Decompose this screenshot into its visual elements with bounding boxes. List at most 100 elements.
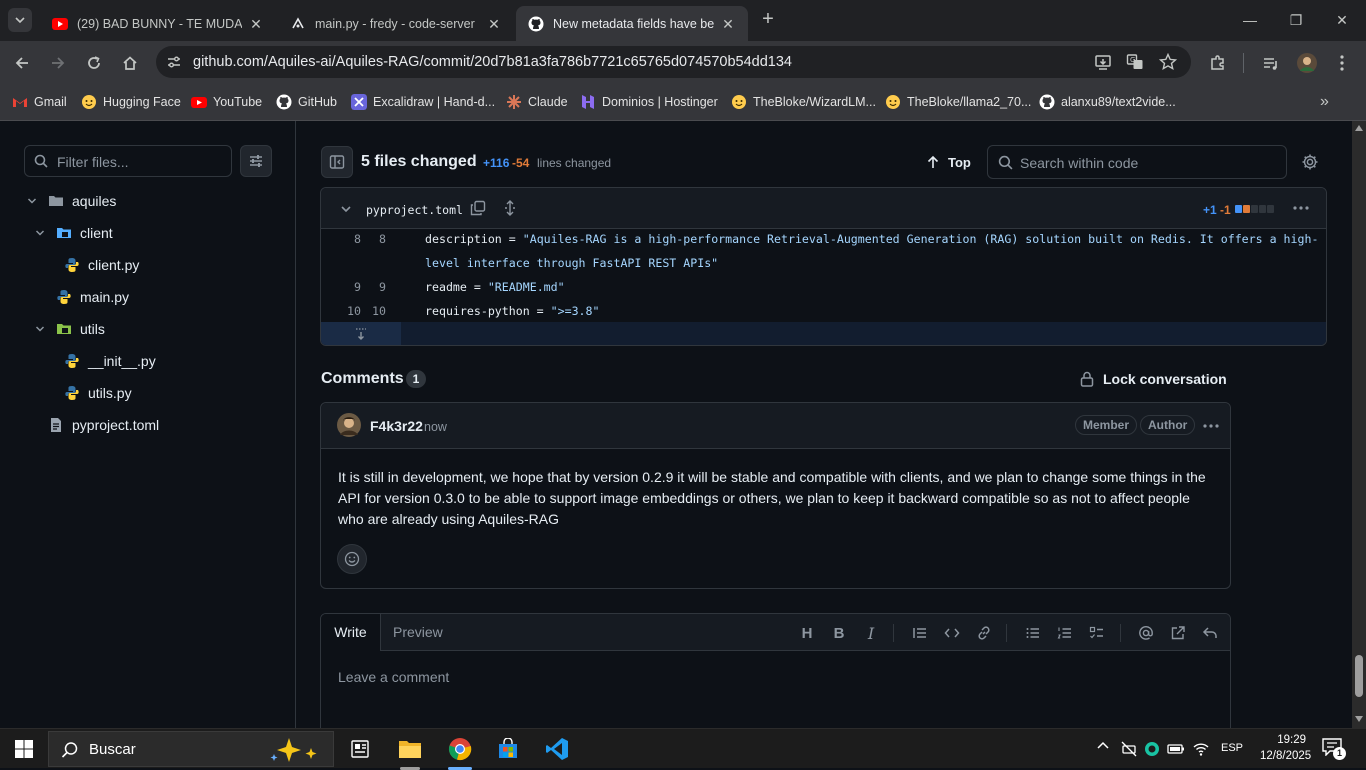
task-list-icon[interactable]	[1087, 623, 1107, 643]
comment-timestamp[interactable]: now	[424, 420, 447, 434]
minimize-button[interactable]: —	[1227, 8, 1273, 32]
reference-icon[interactable]	[1168, 623, 1188, 643]
chevron-down-icon[interactable]	[340, 203, 352, 215]
lock-conversation-button[interactable]: Lock conversation	[1080, 370, 1227, 388]
toolbar-divider	[1120, 624, 1121, 642]
bookmark-text2video[interactable]: alanxu89/text2vide...	[1039, 92, 1176, 112]
kebab-horizontal-icon[interactable]	[1203, 424, 1219, 428]
mention-icon[interactable]	[1136, 623, 1156, 643]
language-indicator[interactable]: ESP	[1221, 742, 1243, 754]
bookmark-youtube[interactable]: YouTube	[191, 92, 262, 112]
diff-settings-button[interactable]	[1301, 153, 1319, 171]
tree-file-client-py[interactable]: client.py	[64, 249, 139, 281]
tree-folder-client[interactable]: client	[32, 217, 113, 249]
tab-github-active[interactable]: New metadata fields have been ✕	[516, 6, 748, 41]
avatar[interactable]	[337, 413, 361, 437]
tab-write[interactable]: Write	[321, 614, 381, 651]
comment-textarea[interactable]: Leave a comment	[338, 669, 449, 685]
site-info-icon[interactable]	[166, 54, 182, 70]
security-icon[interactable]	[1144, 741, 1160, 757]
tab-preview[interactable]: Preview	[393, 614, 443, 651]
bookmark-hostinger[interactable]: Dominios | Hostinger	[580, 92, 718, 112]
close-window-button[interactable]: ✕	[1319, 8, 1365, 32]
unfold-down-icon	[356, 328, 366, 340]
extensions-button[interactable]	[1206, 51, 1230, 75]
clock[interactable]: 19:29 12/8/2025	[1260, 732, 1311, 766]
translate-icon[interactable]: G	[1126, 53, 1144, 71]
tree-folder-utils[interactable]: utils	[32, 313, 105, 345]
network-off-icon[interactable]	[1121, 741, 1137, 757]
bookmark-excalidraw[interactable]: Excalidraw | Hand-d...	[351, 92, 495, 112]
bookmark-star-icon[interactable]	[1159, 53, 1177, 71]
tree-file-init-py[interactable]: __init__.py	[64, 345, 156, 377]
home-button[interactable]	[118, 51, 142, 75]
start-button[interactable]	[4, 733, 44, 765]
bookmark-gmail[interactable]: Gmail	[12, 92, 67, 112]
tab-search-button[interactable]	[8, 8, 32, 32]
scrollbar-thumb[interactable]	[1355, 655, 1363, 697]
toggle-file-tree-button[interactable]	[321, 146, 353, 178]
italic-icon[interactable]: I	[861, 623, 881, 643]
new-line-number[interactable]: 10	[346, 304, 386, 318]
bookmark-thebloke-wizardlm[interactable]: TheBloke/WizardLM...	[731, 92, 876, 112]
microsoft-store-app[interactable]	[488, 733, 528, 765]
add-reaction-button[interactable]	[337, 544, 367, 574]
more-bookmarks-button[interactable]: »	[1320, 93, 1340, 113]
comment-author[interactable]: F4k3r22	[370, 418, 423, 434]
close-icon[interactable]: ✕	[486, 16, 502, 32]
tab-code-server[interactable]: main.py - fredy - code-server ✕	[278, 6, 514, 41]
ordered-list-icon[interactable]	[1055, 623, 1075, 643]
scroll-down-icon[interactable]	[1355, 716, 1363, 722]
code-icon[interactable]	[942, 623, 962, 643]
reply-icon[interactable]	[1200, 623, 1220, 643]
tree-file-pyproject-toml[interactable]: pyproject.toml	[48, 409, 159, 441]
tree-file-utils-py[interactable]: utils.py	[64, 377, 132, 409]
unordered-list-icon[interactable]	[1023, 623, 1043, 643]
quote-icon[interactable]	[910, 623, 930, 643]
bookmark-hugging-face[interactable]: Hugging Face	[81, 92, 181, 112]
expand-down-button[interactable]	[321, 322, 401, 345]
tab-youtube[interactable]: (29) BAD BUNNY - TE MUDASTE ✕	[40, 6, 276, 41]
diff-filename[interactable]: pyproject.toml	[366, 203, 463, 217]
install-app-icon[interactable]	[1094, 53, 1112, 71]
tree-folder-aquiles[interactable]: aquiles	[24, 185, 116, 217]
new-line-number[interactable]: 8	[346, 232, 386, 246]
kebab-horizontal-icon[interactable]	[1293, 206, 1309, 210]
media-controls-button[interactable]	[1259, 51, 1283, 75]
wifi-icon[interactable]	[1193, 741, 1209, 757]
search-within-code-input[interactable]: Search within code	[987, 145, 1287, 179]
tree-file-main-py[interactable]: main.py	[56, 281, 129, 313]
new-line-number[interactable]: 9	[346, 280, 386, 294]
close-icon[interactable]: ✕	[248, 16, 264, 32]
new-tab-button[interactable]: +	[758, 9, 778, 29]
bookmark-claude[interactable]: Claude	[506, 92, 568, 112]
notifications-button[interactable]: 1	[1322, 738, 1346, 760]
forward-button[interactable]	[46, 51, 70, 75]
link-icon[interactable]	[974, 623, 994, 643]
bookmark-thebloke-llama2[interactable]: TheBloke/llama2_70...	[885, 92, 1031, 112]
vscode-app[interactable]	[537, 733, 577, 765]
heading-icon[interactable]: H	[797, 623, 817, 643]
expand-all-icon[interactable]	[502, 200, 518, 216]
back-button[interactable]	[10, 51, 34, 75]
page-scrollbar[interactable]	[1352, 121, 1366, 728]
filter-options-button[interactable]	[240, 145, 272, 177]
battery-icon[interactable]	[1167, 741, 1185, 757]
file-explorer-app[interactable]	[390, 733, 430, 770]
scroll-top-button[interactable]: Top	[926, 153, 971, 171]
menu-button[interactable]	[1330, 51, 1354, 75]
bold-icon[interactable]: B	[829, 623, 849, 643]
chrome-app[interactable]	[440, 733, 480, 770]
close-icon[interactable]: ✕	[720, 16, 736, 32]
bookmark-github[interactable]: GitHub	[276, 92, 337, 112]
profile-avatar[interactable]	[1295, 51, 1319, 75]
task-view-button[interactable]	[340, 733, 380, 765]
show-hidden-icons-button[interactable]	[1097, 741, 1111, 755]
filter-files-input[interactable]: Filter files...	[24, 145, 232, 177]
address-bar[interactable]: github.com/Aquiles-ai/Aquiles-RAG/commit…	[156, 46, 1191, 78]
copy-icon[interactable]	[470, 200, 486, 216]
restore-button[interactable]: ❐	[1273, 8, 1319, 32]
taskbar-search-box[interactable]: Buscar	[48, 731, 334, 767]
scroll-up-icon[interactable]	[1355, 125, 1363, 131]
reload-button[interactable]	[82, 51, 106, 75]
